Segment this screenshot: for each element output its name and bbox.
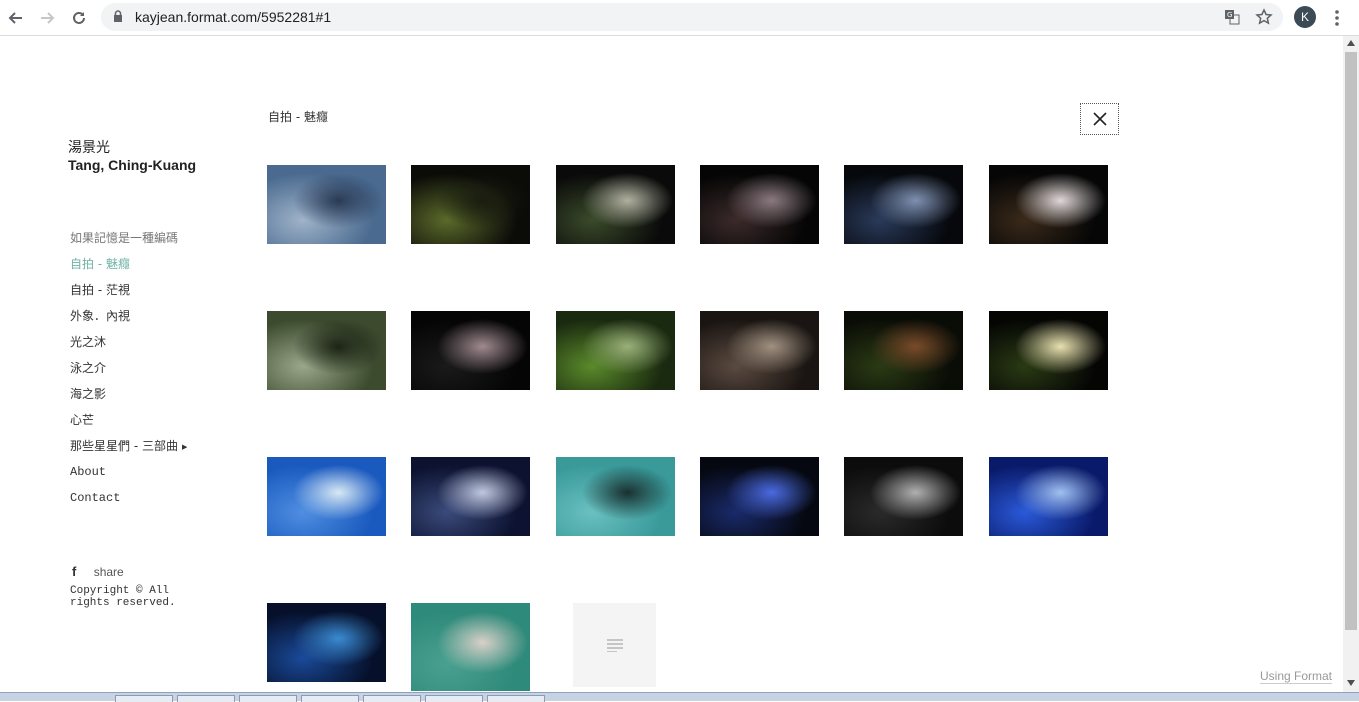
sidebar-item[interactable]: 那些星星們 - 三部曲 ▶ xyxy=(70,438,187,464)
scrollbar-thumb[interactable] xyxy=(1345,52,1357,630)
sidebar-item[interactable]: 自拍 - 茫視 xyxy=(70,282,187,308)
gallery-thumbnail[interactable] xyxy=(844,165,963,244)
reload-icon xyxy=(73,11,85,24)
gallery-title: 自拍 - 魅癮 xyxy=(268,110,328,124)
site-title-en: Tang, Ching-Kuang xyxy=(68,157,197,173)
sidebar-item-label: 自拍 - 魅癮 xyxy=(70,257,130,271)
sidebar-item-label: 心芒 xyxy=(70,413,95,427)
share-label: share xyxy=(93,565,124,579)
share-link[interactable]: f share xyxy=(72,564,124,579)
sidebar-item[interactable]: 外象．內視 xyxy=(70,308,187,334)
sidebar-item-label: Contact xyxy=(70,491,121,505)
sidebar-item[interactable]: 海之影 xyxy=(70,386,187,412)
sidebar-item-label: About xyxy=(70,465,107,479)
gallery-thumbnail[interactable] xyxy=(267,311,386,390)
sidebar-item[interactable]: 如果記憶是一種編碼 xyxy=(70,230,187,256)
gallery-thumbnail[interactable] xyxy=(556,165,675,244)
text-thumbnail[interactable] xyxy=(573,603,656,687)
gallery-thumbnail[interactable] xyxy=(989,457,1108,536)
gallery-thumbnail[interactable] xyxy=(556,457,675,536)
translate-icon[interactable]: G xyxy=(1224,9,1240,25)
gallery-thumbnail[interactable] xyxy=(267,165,386,244)
site-title-cn: 湯景光 xyxy=(68,139,110,155)
gallery-thumbnail[interactable] xyxy=(844,311,963,390)
sidebar-item-label: 海之影 xyxy=(70,387,107,401)
gallery-thumbnail[interactable] xyxy=(411,603,530,691)
facebook-icon: f xyxy=(72,564,77,579)
svg-text:G: G xyxy=(1227,11,1232,19)
os-taskbar xyxy=(0,692,1359,702)
gallery-thumbnail[interactable] xyxy=(844,457,963,536)
sidebar-item[interactable]: About xyxy=(70,464,187,490)
sidebar-item[interactable]: 泳之介 xyxy=(70,360,187,386)
sidebar-item-label: 光之沐 xyxy=(70,335,107,349)
gallery-thumbnail[interactable] xyxy=(989,311,1108,390)
copyright-text: Copyright © All rights reserved. xyxy=(70,585,176,609)
sidebar-item-label: 那些星星們 - 三部曲 xyxy=(70,439,178,453)
sidebar-nav: 如果記憶是一種編碼 自拍 - 魅癮 自拍 - 茫視 外象．內視光之沐泳之介海之影心芒那… xyxy=(70,230,187,516)
caret-right-icon: ▶ xyxy=(181,442,188,451)
bookmark-star-icon[interactable] xyxy=(1255,8,1273,26)
arrow-right-icon xyxy=(41,12,55,24)
sidebar-item-label: 泳之介 xyxy=(70,361,107,375)
url-text: kayjean.format.com/5952281#1 xyxy=(135,9,332,25)
text-lines-icon xyxy=(606,639,623,652)
gallery-thumbnail[interactable] xyxy=(556,311,675,390)
sidebar-item-label: 如果記憶是一種編碼 xyxy=(70,231,179,245)
more-vert-icon[interactable] xyxy=(1328,8,1346,28)
profile-avatar[interactable]: K xyxy=(1294,6,1316,28)
reload-button[interactable] xyxy=(67,6,91,30)
arrow-left-icon xyxy=(8,12,22,24)
gallery-thumbnail[interactable] xyxy=(411,457,530,536)
browser-toolbar: kayjean.format.com/5952281#1 G K xyxy=(0,0,1359,36)
site-title[interactable]: 湯景光 Tang, Ching-Kuang xyxy=(68,138,196,174)
scroll-up-icon[interactable] xyxy=(1347,40,1355,46)
gallery-thumbnail[interactable] xyxy=(411,311,530,390)
gallery-thumbnail[interactable] xyxy=(700,311,819,390)
lock-icon xyxy=(114,10,122,22)
gallery-thumbnail[interactable] xyxy=(267,603,386,682)
sidebar-item[interactable]: Contact xyxy=(70,490,187,516)
gallery-thumbnail[interactable] xyxy=(989,165,1108,244)
gallery-thumbnail[interactable] xyxy=(267,457,386,536)
sidebar-item[interactable]: 光之沐 xyxy=(70,334,187,360)
gallery-thumbnail[interactable] xyxy=(411,165,530,244)
sidebar-item[interactable]: 自拍 - 魅癮 xyxy=(70,256,187,282)
scroll-down-icon[interactable] xyxy=(1347,680,1355,686)
close-icon xyxy=(1092,112,1107,126)
sidebar-item-label: 外象．內視 xyxy=(70,309,131,323)
close-button[interactable] xyxy=(1080,103,1119,135)
back-button[interactable] xyxy=(4,6,28,30)
using-format-link[interactable]: Using Format xyxy=(1260,669,1333,684)
forward-button[interactable] xyxy=(35,6,59,30)
gallery-thumbnail[interactable] xyxy=(700,457,819,536)
sidebar-item[interactable]: 心芒 xyxy=(70,412,187,438)
sidebar-item-label: 自拍 - 茫視 xyxy=(70,283,130,297)
gallery-thumbnail[interactable] xyxy=(700,165,819,244)
address-bar[interactable]: kayjean.format.com/5952281#1 G xyxy=(101,3,1283,31)
